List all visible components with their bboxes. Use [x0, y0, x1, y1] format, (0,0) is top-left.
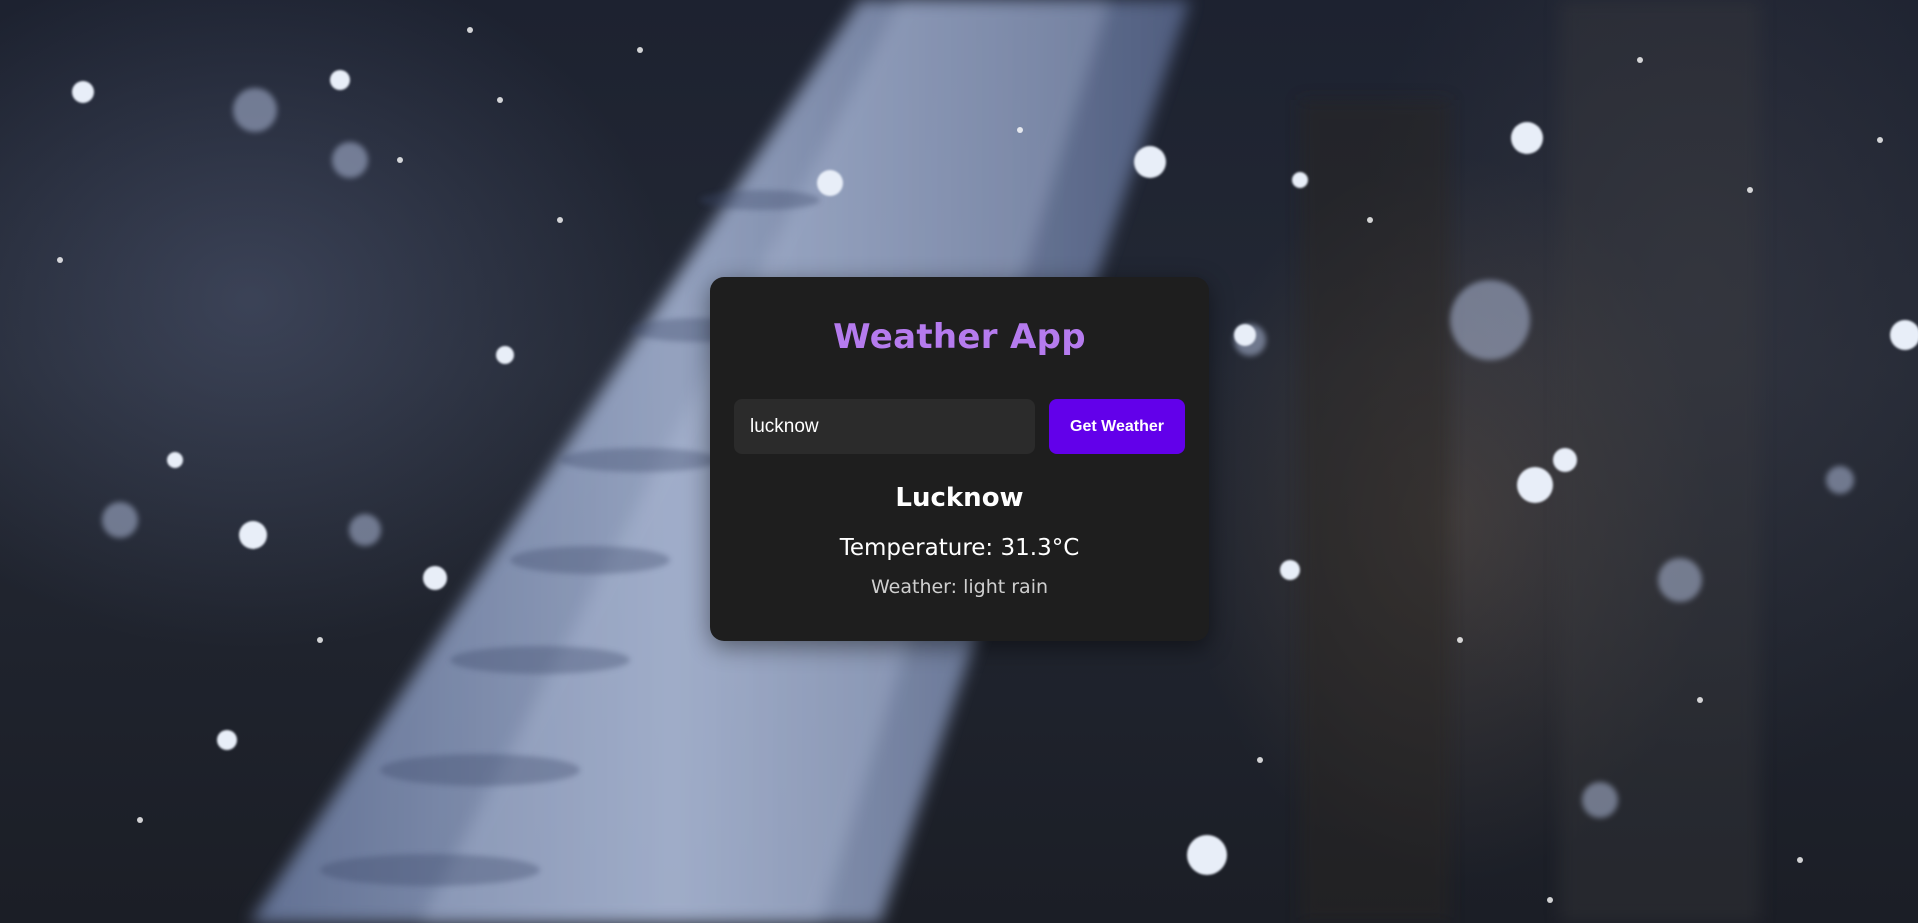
app-title: Weather App [833, 317, 1086, 357]
search-row: Get Weather [734, 399, 1185, 454]
weather-card: Weather App Get Weather Lucknow Temperat… [710, 277, 1209, 641]
get-weather-button[interactable]: Get Weather [1049, 399, 1185, 454]
temperature-text: Temperature: 31.3°C [839, 535, 1080, 561]
weather-description: Weather: light rain [870, 576, 1049, 598]
city-input[interactable] [734, 399, 1035, 454]
city-name: Lucknow [895, 483, 1024, 513]
